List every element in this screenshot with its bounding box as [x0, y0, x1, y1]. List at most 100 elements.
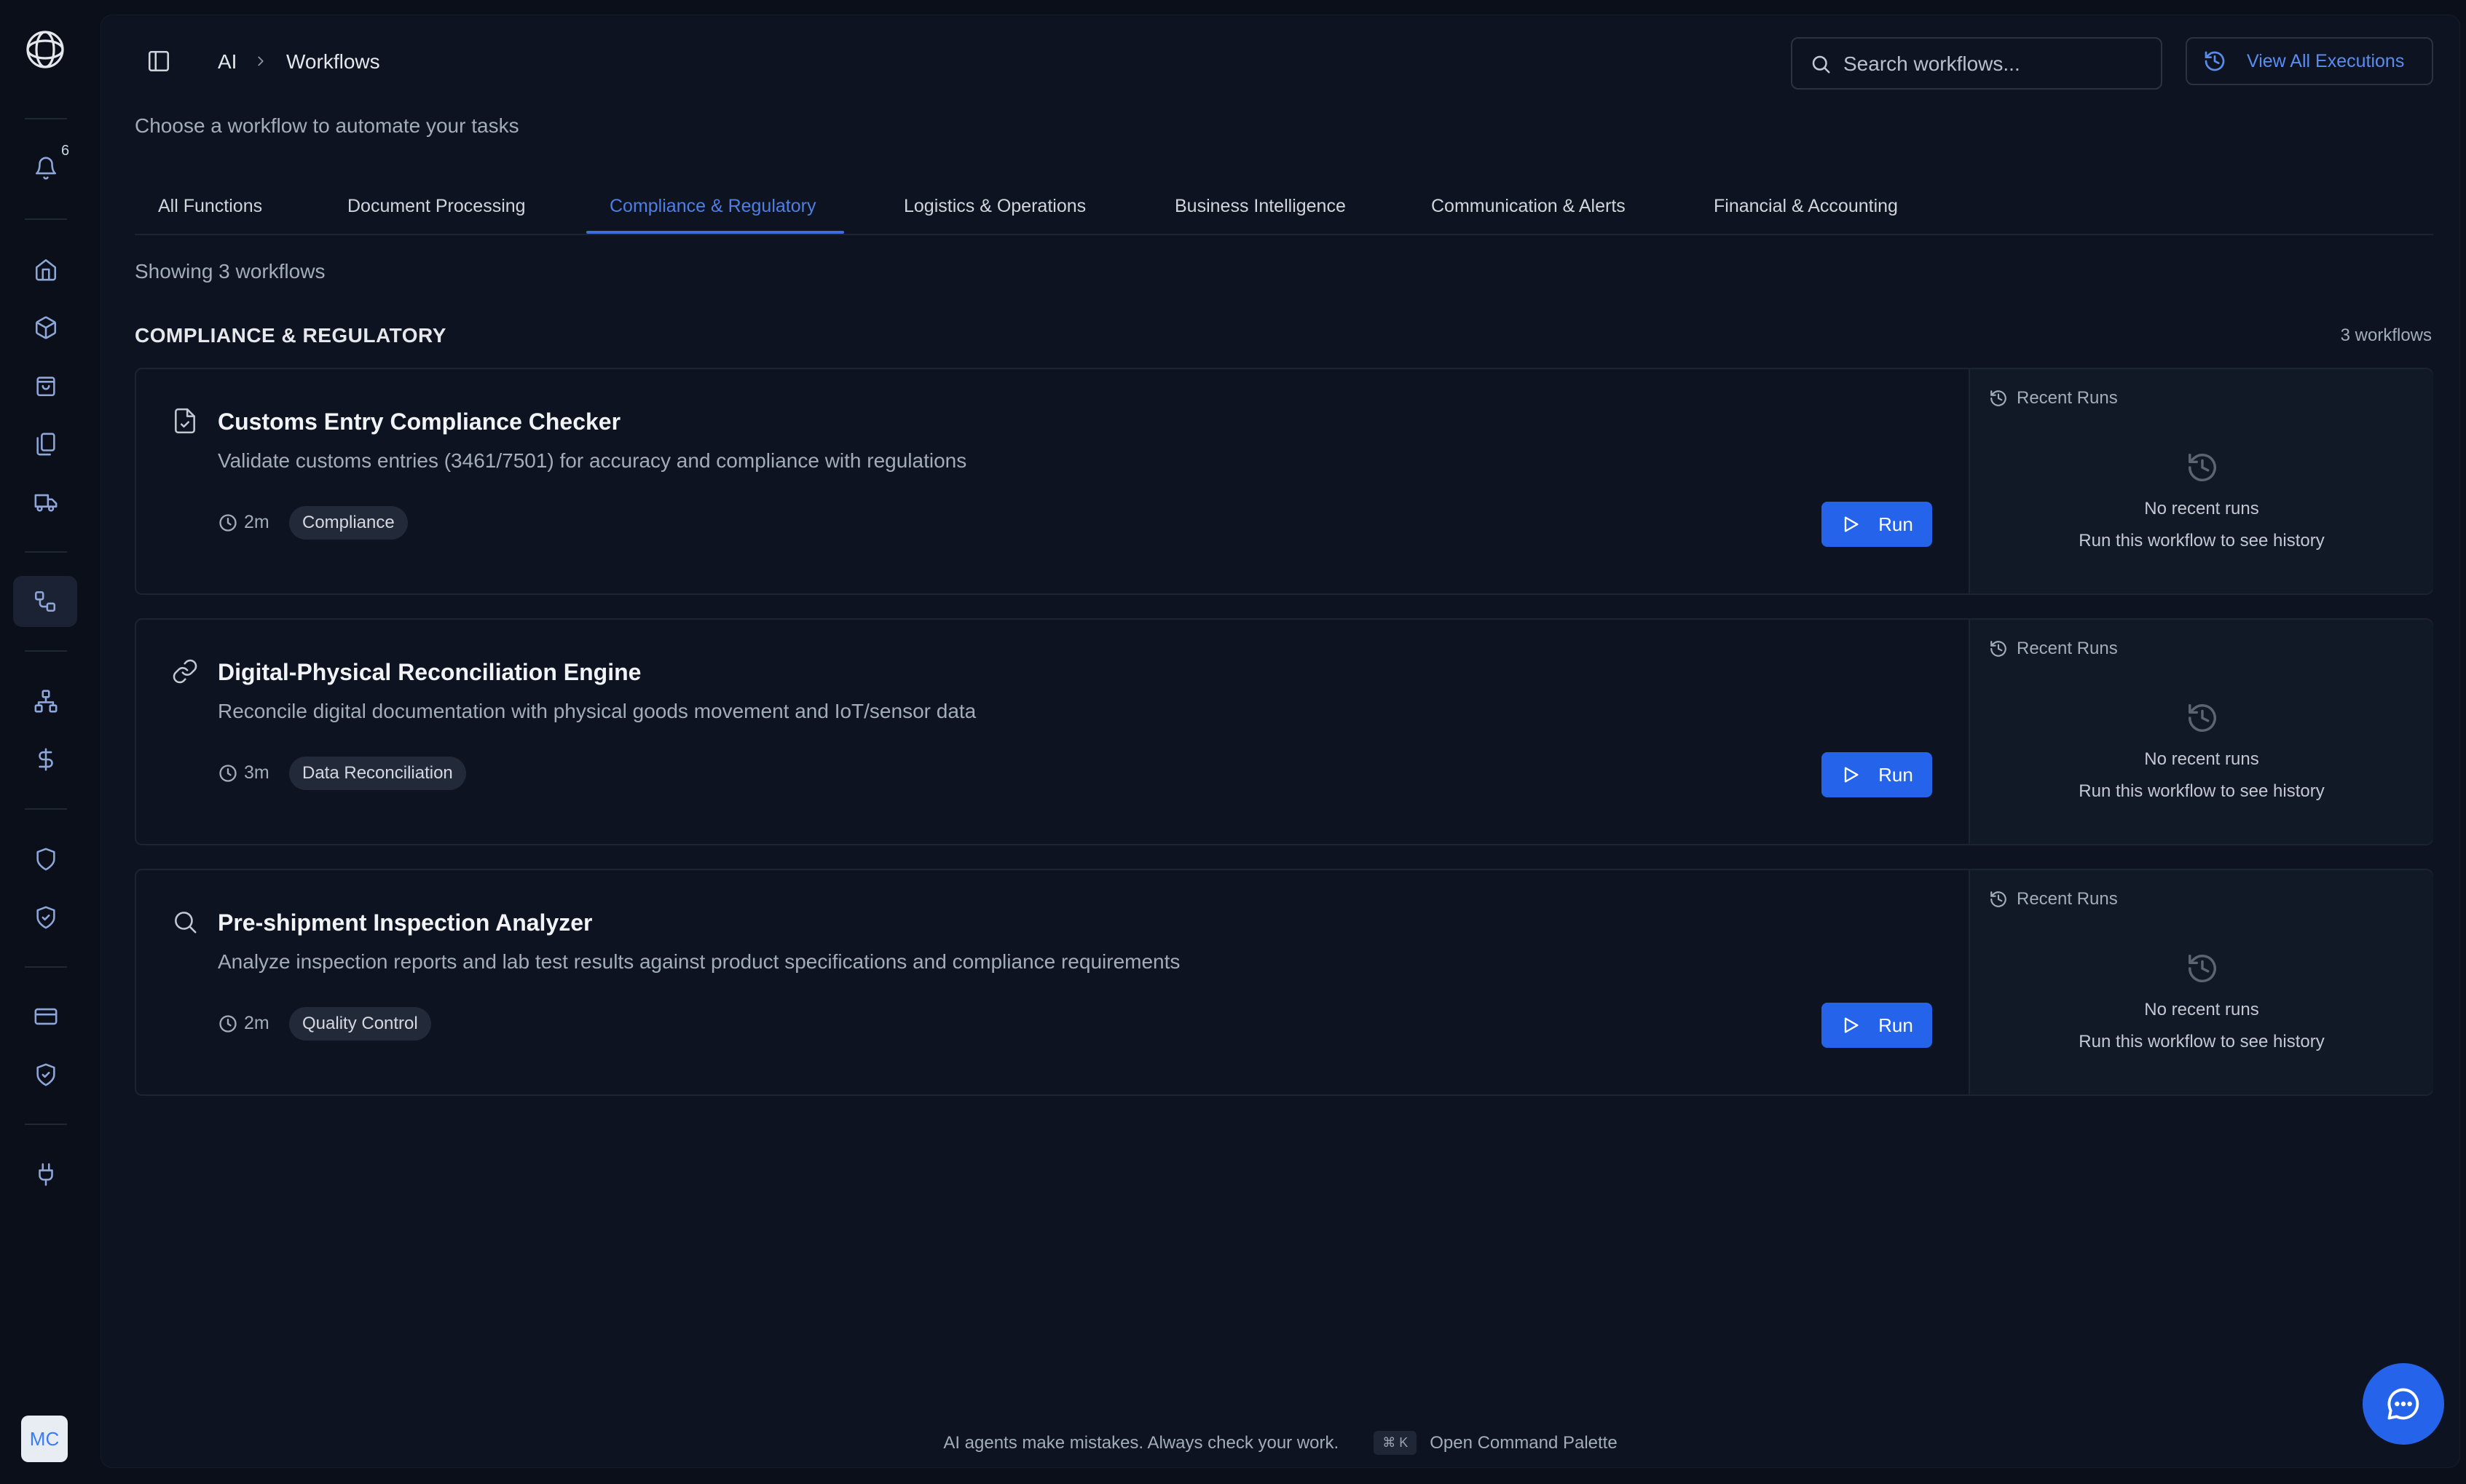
workflow-count-text: Showing 3 workflows	[135, 260, 326, 283]
run-label: Run	[1878, 763, 1913, 786]
workflow-tag: Quality Control	[289, 1007, 431, 1041]
recent-runs-header: Recent Runs	[1989, 889, 2118, 909]
panel-left-icon	[148, 50, 170, 72]
sidebar-item-network[interactable]	[20, 676, 71, 727]
active-tab-indicator	[586, 231, 844, 234]
ai-disclaimer: AI agents make mistakes. Always check yo…	[943, 1432, 1339, 1453]
search-box	[1791, 37, 2162, 90]
command-shortcut-key: ⌘ K	[1374, 1431, 1417, 1455]
workflow-card: Customs Entry Compliance Checker Validat…	[135, 368, 2433, 595]
sidebar-divider	[25, 218, 67, 220]
sidebar-item-security[interactable]	[20, 834, 71, 885]
view-all-executions-label: View All Executions	[2247, 50, 2405, 71]
run-workflow-button[interactable]: Run	[1821, 752, 1932, 797]
tab-compliance-regulatory[interactable]: Compliance & Regulatory	[610, 196, 816, 217]
sidebar-item-workflows[interactable]	[13, 576, 77, 627]
page-subtitle: Choose a workflow to automate your tasks	[135, 114, 519, 137]
breadcrumb-root[interactable]: AI	[218, 50, 237, 74]
sidebar-item-integrations[interactable]	[20, 1149, 71, 1200]
workflow-card-body: Customs Entry Compliance Checker Validat…	[136, 369, 1969, 593]
credit-card-icon	[34, 1008, 58, 1025]
main-panel: AI Workflows View All Executions Choose …	[101, 15, 2460, 1468]
workflow-tag: Compliance	[289, 506, 408, 540]
run-workflow-button[interactable]: Run	[1821, 502, 1932, 547]
category-tabs: All Functions Document Processing Compli…	[135, 180, 2433, 235]
no-recent-runs-text: No recent runs	[2144, 749, 2259, 769]
sidebar-item-billing[interactable]	[20, 991, 71, 1042]
workflow-icon	[34, 591, 56, 612]
run-label: Run	[1878, 1014, 1913, 1036]
chat-button[interactable]	[2363, 1363, 2444, 1445]
workflow-description: Reconcile digital documentation with phy…	[218, 700, 977, 722]
clock-icon	[219, 1014, 237, 1033]
sidebar-item-home[interactable]	[20, 244, 71, 295]
workflow-card: Pre-shipment Inspection Analyzer Analyze…	[135, 869, 2433, 1096]
workflow-duration: 2m	[218, 512, 269, 533]
no-recent-runs-text: No recent runs	[2144, 1000, 2259, 1019]
duration-value: 2m	[244, 1013, 269, 1033]
tab-logistics-operations[interactable]: Logistics & Operations	[904, 196, 1086, 217]
home-icon	[35, 258, 57, 281]
sidebar-item-admin[interactable]	[20, 1049, 71, 1100]
sidebar-divider	[25, 1124, 67, 1125]
network-icon	[34, 690, 58, 713]
no-recent-runs-hint: Run this workflow to see history	[2079, 531, 2325, 550]
shield-check-icon	[36, 906, 55, 929]
sidebar-item-documents[interactable]	[20, 419, 71, 470]
truck-icon	[34, 494, 58, 512]
tab-document-processing[interactable]: Document Processing	[347, 196, 526, 217]
sidebar-divider	[25, 551, 67, 553]
shield-check-icon	[36, 1063, 55, 1086]
open-command-palette-link[interactable]: Open Command Palette	[1430, 1433, 1617, 1453]
history-icon	[2186, 451, 2219, 484]
tab-business-intelligence[interactable]: Business Intelligence	[1175, 196, 1346, 217]
sidebar-item-finance[interactable]	[20, 734, 71, 785]
breadcrumb-current: Workflows	[286, 50, 380, 73]
footer-bar: AI agents make mistakes. Always check yo…	[101, 1431, 2459, 1455]
play-icon	[1844, 1017, 1859, 1033]
link-icon	[171, 658, 199, 685]
recent-runs-header: Recent Runs	[1989, 639, 2118, 659]
dollar-icon	[39, 748, 53, 771]
history-icon	[1990, 891, 2006, 907]
search-icon	[171, 908, 199, 936]
history-icon	[2186, 952, 2219, 985]
view-all-executions-button[interactable]: View All Executions	[2186, 37, 2433, 85]
notification-count-badge: 6	[61, 143, 70, 159]
sidebar-item-products[interactable]	[20, 302, 71, 353]
tab-all-functions[interactable]: All Functions	[158, 196, 262, 217]
search-icon	[1812, 55, 1830, 74]
sidebar-divider	[25, 808, 67, 810]
sidebar-toggle-button[interactable]	[146, 49, 171, 74]
tab-financial-accounting[interactable]: Financial & Accounting	[1714, 196, 1898, 217]
app-logo-icon[interactable]	[22, 26, 68, 73]
tab-communication-alerts[interactable]: Communication & Alerts	[1431, 196, 1626, 217]
user-avatar[interactable]: MC	[21, 1416, 68, 1462]
sidebar-divider	[25, 650, 67, 652]
clock-icon	[219, 513, 237, 532]
workflow-duration: 2m	[218, 1013, 269, 1034]
sidebar-divider	[25, 118, 67, 119]
sidebar-item-compliance[interactable]	[20, 892, 71, 943]
history-icon	[2186, 701, 2219, 735]
sidebar-item-shipments[interactable]	[20, 477, 71, 528]
sidebar-item-orders[interactable]	[20, 360, 71, 411]
run-label: Run	[1878, 513, 1913, 535]
workflow-tag: Data Reconciliation	[289, 757, 466, 790]
recent-runs-header: Recent Runs	[1989, 388, 2118, 409]
no-recent-runs-hint: Run this workflow to see history	[2079, 781, 2325, 801]
recent-runs-panel: Recent Runs No recent runs Run this work…	[1969, 369, 2433, 593]
workflow-title: Pre-shipment Inspection Analyzer	[218, 909, 593, 936]
duration-value: 2m	[244, 512, 269, 532]
search-input[interactable]	[1843, 49, 2149, 79]
recent-runs-label: Recent Runs	[2017, 889, 2118, 909]
clock-icon	[219, 764, 237, 782]
section-count: 3 workflows	[2340, 325, 2432, 345]
workflow-description: Validate customs entries (3461/7501) for…	[218, 449, 967, 472]
history-icon	[1990, 641, 2006, 657]
play-icon	[1844, 767, 1859, 783]
run-workflow-button[interactable]: Run	[1821, 1003, 1932, 1048]
recent-runs-label: Recent Runs	[2017, 639, 2118, 658]
workflow-title: Customs Entry Compliance Checker	[218, 409, 621, 435]
workflow-title: Digital-Physical Reconciliation Engine	[218, 659, 642, 685]
